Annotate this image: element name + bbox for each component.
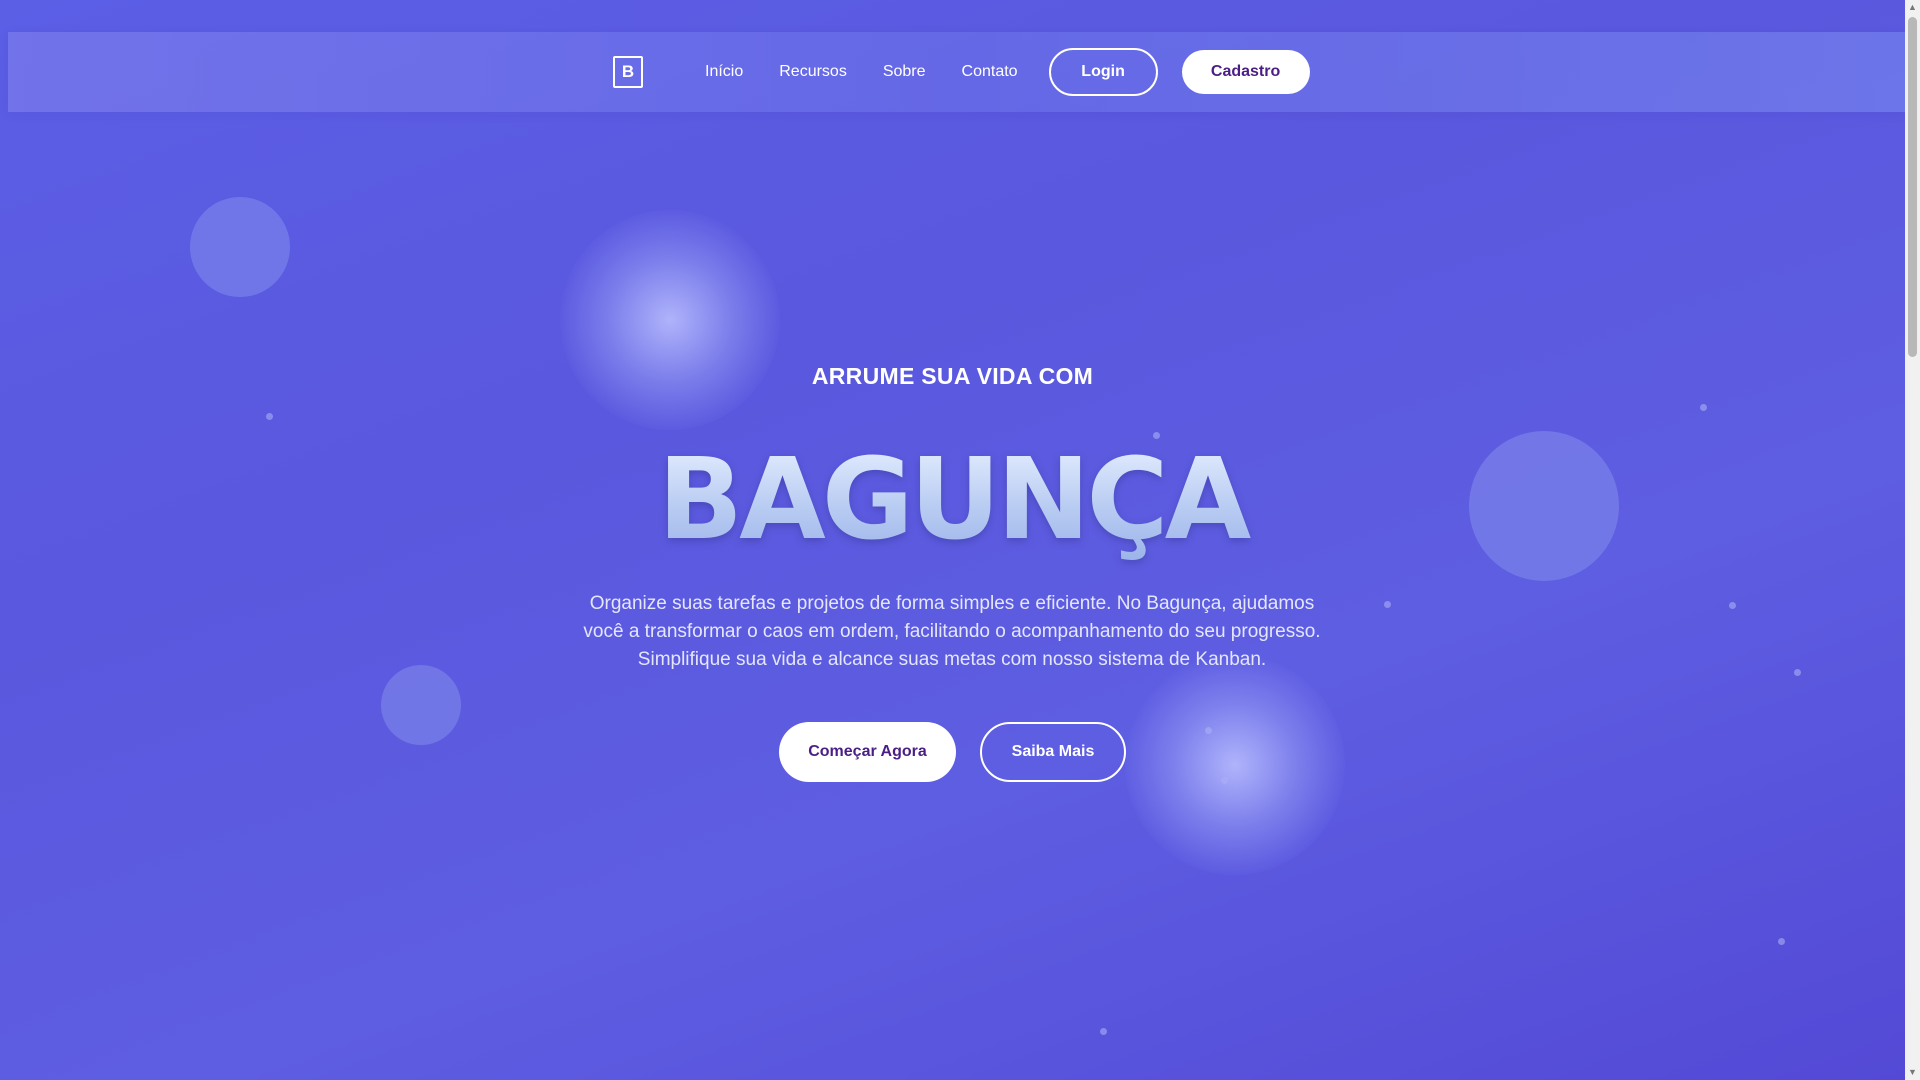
hero-eyebrow: ARRUME SUA VIDA COM [811, 363, 1094, 389]
get-started-button[interactable]: Começar Agora [779, 722, 956, 782]
top-navbar: B Início Recursos Sobre Contato Login Ca… [8, 32, 1905, 112]
nav-bar-content: B Início Recursos Sobre Contato Login Ca… [613, 32, 1310, 112]
decorative-dot [1794, 669, 1801, 676]
hero-headline: BAGUNÇA [0, 440, 1905, 560]
decorative-glow-orb [560, 210, 780, 430]
decorative-dot [266, 413, 273, 420]
logo-letter: B [621, 62, 635, 81]
nav-link-features[interactable]: Recursos [779, 63, 847, 81]
decorative-dot [1100, 1028, 1107, 1035]
decorative-dot [1205, 727, 1212, 734]
decorative-circle [190, 197, 290, 297]
nav-link-about[interactable]: Sobre [883, 63, 926, 81]
decorative-dot [1384, 601, 1391, 608]
decorative-glow-orb [1125, 655, 1345, 875]
decorative-dot [1729, 602, 1736, 609]
scroll-up-arrow-icon[interactable]: ▲ [1905, 0, 1920, 15]
signup-button[interactable]: Cadastro [1181, 50, 1310, 94]
scrollbar-thumb[interactable] [1908, 17, 1917, 357]
hero-description: Organize suas tarefas e projetos de form… [583, 593, 1321, 670]
learn-more-button[interactable]: Saiba Mais [980, 722, 1126, 782]
decorative-dot [1778, 938, 1785, 945]
decorative-dot [1221, 777, 1228, 784]
vertical-scrollbar[interactable]: ▲ ▼ [1905, 0, 1920, 1080]
landing-page: B Início Recursos Sobre Contato Login Ca… [0, 0, 1905, 1080]
logo-icon[interactable]: B [613, 56, 643, 88]
nav-link-home[interactable]: Início [705, 63, 743, 81]
scroll-down-arrow-icon[interactable]: ▼ [1905, 1065, 1920, 1080]
decorative-circle [381, 665, 461, 745]
login-button[interactable]: Login [1048, 48, 1158, 96]
nav-link-contact[interactable]: Contato [962, 63, 1018, 81]
decorative-dot [1700, 404, 1707, 411]
